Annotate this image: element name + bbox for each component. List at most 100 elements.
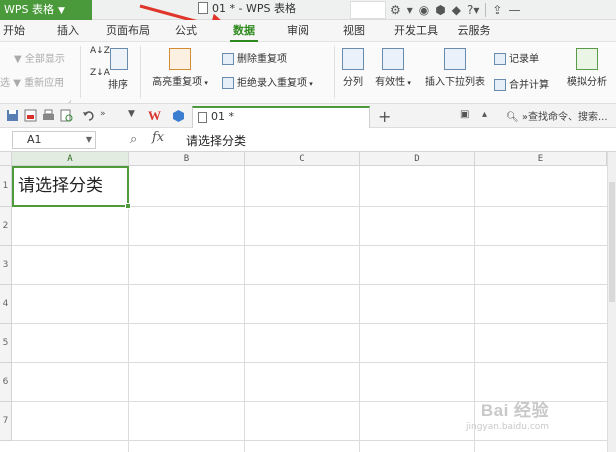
grid-line (12, 362, 607, 363)
row-header-5[interactable]: 5 (0, 324, 12, 363)
vertical-scrollbar[interactable] (607, 152, 616, 452)
help-icon[interactable]: ?▾ (467, 3, 479, 17)
shield-icon[interactable]: ⬢ (435, 3, 445, 17)
cloud-icon[interactable]: ◉ (419, 3, 429, 17)
column-header-d[interactable]: D (360, 152, 475, 166)
more-icon[interactable]: » (100, 109, 113, 122)
document-icon (198, 112, 207, 123)
fill-handle[interactable] (125, 203, 131, 209)
simulation-analysis-label: 模拟分析 (567, 77, 607, 88)
dropdown-list-icon (444, 48, 466, 70)
upload-icon[interactable]: ⇪ (492, 3, 502, 17)
record-form-button[interactable]: 记录单 (494, 50, 539, 65)
tab-review[interactable]: 审阅 (282, 20, 314, 42)
undo-icon[interactable] (82, 109, 95, 122)
cell-reference: A1 (27, 133, 42, 146)
zoom-icon[interactable]: ⌕ (130, 132, 137, 147)
tab-data[interactable]: 数据 (224, 20, 264, 42)
delete-duplicates-label: 删除重复项 (237, 54, 287, 65)
row-header-6[interactable]: 6 (0, 363, 12, 402)
watermark: Bai 经验 jingyan.baidu.com (466, 396, 549, 432)
highlight-duplicates-button[interactable]: 高亮重复项 ▾ (148, 48, 212, 88)
reject-duplicates-button[interactable]: 拒绝录入重复项 ▾ (222, 74, 313, 89)
delete-duplicates-button[interactable]: 删除重复项 (222, 50, 287, 65)
highlight-duplicates-icon (169, 48, 191, 70)
sort-ascending-icon[interactable]: A↓Z (90, 46, 110, 56)
column-header-a[interactable]: A (12, 152, 129, 166)
sort-button[interactable]: 排序 (108, 76, 128, 91)
save-icon[interactable] (6, 109, 19, 122)
validity-label: 有效性 (375, 77, 406, 88)
sort-descending-icon[interactable]: Z↓A (90, 68, 110, 78)
scrollbar-thumb[interactable] (609, 182, 615, 302)
column-header-e[interactable]: E (475, 152, 607, 166)
consolidate-icon (494, 79, 506, 91)
group-expand-icon[interactable]: ⌟ (68, 96, 71, 104)
formula-bar: A1 ▼ ⌕ fx 请选择分类 (0, 128, 616, 152)
split-columns-label: 分列 (343, 77, 363, 88)
formula-input[interactable]: 请选择分类 (186, 132, 246, 149)
tab-home[interactable]: 开始 (0, 20, 28, 42)
wps-app-menu-button[interactable]: WPS 表格 ▼ (0, 0, 92, 20)
tab-insert[interactable]: 插入 (52, 20, 84, 42)
minimize-ribbon-icon[interactable]: ▴ (482, 109, 495, 122)
highlight-duplicates-label: 高亮重复项 (152, 77, 203, 88)
show-all-button[interactable]: ▼ 全部显示 (14, 50, 65, 65)
row-header-7[interactable]: 7 (0, 402, 12, 441)
command-search[interactable]: 🔍︎ »查找命令、搜索... (506, 108, 608, 123)
print-preview-icon[interactable] (60, 109, 73, 122)
screen-icon[interactable]: ▣ (460, 109, 473, 122)
document-icon (198, 2, 208, 14)
row-header-2[interactable]: 2 (0, 207, 12, 246)
validity-icon (382, 48, 404, 70)
quick-access-toolbar: » ▼ W 01 * + ▣ ▴ 🔍︎ »查找命令、搜索... (0, 104, 616, 128)
select-all-corner[interactable] (0, 152, 12, 166)
help-dropdown-icon[interactable]: ▾ (407, 3, 413, 17)
title-bar: WPS 表格 ▼ 01 * - WPS 表格 ⚙ ▾ ◉ ⬢ ◆ ?▾ ⇪ — (0, 0, 616, 20)
tab-developer[interactable]: 开发工具 (388, 20, 444, 42)
insert-dropdown-list-button[interactable]: 插入下拉列表 (422, 48, 488, 88)
new-tab-icon[interactable]: + (378, 107, 391, 126)
row-header-1[interactable]: 1 (0, 166, 12, 207)
print-icon[interactable] (42, 109, 55, 122)
simulation-analysis-button[interactable]: 模拟分析 (562, 48, 612, 88)
tab-view[interactable]: 视图 (338, 20, 370, 42)
spreadsheet-grid[interactable]: A B C D E 1234567 请选择分类 Bai 经验 jingyan.b… (0, 152, 616, 452)
skin-icon[interactable]: ⚙ (390, 3, 401, 17)
tab-cloud[interactable]: 云服务 (452, 20, 496, 42)
row-header-4[interactable]: 4 (0, 285, 12, 324)
grid-line (12, 245, 607, 246)
reapply-button[interactable]: 选 ▼ 重新应用 (0, 74, 64, 89)
export-pdf-icon[interactable] (24, 109, 37, 122)
delete-duplicates-icon (222, 53, 234, 65)
filter-icon: ▼ (14, 54, 22, 65)
consolidate-button[interactable]: 合并计算 (494, 76, 549, 91)
divider (485, 3, 487, 17)
cube-icon[interactable] (172, 109, 185, 122)
split-columns-button[interactable]: 分列 (338, 48, 368, 88)
divider (140, 46, 141, 98)
title-search-box[interactable] (350, 1, 386, 19)
customize-toolbar-icon[interactable]: ▼ (128, 109, 141, 122)
document-tab-01[interactable]: 01 * (192, 106, 370, 128)
column-header-b[interactable]: B (129, 152, 245, 166)
menu-bar: 开始 插入 页面布局 公式 数据 审阅 视图 开发工具 云服务 (0, 20, 616, 42)
sort-big-icon[interactable] (110, 48, 128, 70)
window-title: 01 * - WPS 表格 (198, 0, 296, 18)
validity-button[interactable]: 有效性 ▾ (370, 48, 416, 88)
search-icon: 🔍︎ (506, 112, 519, 123)
tab-page-layout[interactable]: 页面布局 (100, 20, 156, 42)
cell-a1[interactable]: 请选择分类 (12, 166, 129, 207)
feedback-icon[interactable]: ◆ (452, 3, 461, 17)
grid-line (12, 323, 607, 324)
row-header-3[interactable]: 3 (0, 246, 12, 285)
name-box[interactable]: A1 ▼ (12, 131, 96, 149)
column-header-c[interactable]: C (245, 152, 360, 166)
insert-function-icon[interactable]: fx (152, 130, 164, 145)
minimize-icon[interactable]: — (508, 3, 520, 17)
watermark-url: jingyan.baidu.com (466, 422, 550, 432)
grid-line (12, 284, 607, 285)
wps-logo-icon[interactable]: W (148, 108, 161, 124)
title-icons: ⚙ ▾ ◉ ⬢ ◆ ?▾ ⇪ — (390, 0, 520, 20)
tab-formulas[interactable]: 公式 (170, 20, 202, 42)
